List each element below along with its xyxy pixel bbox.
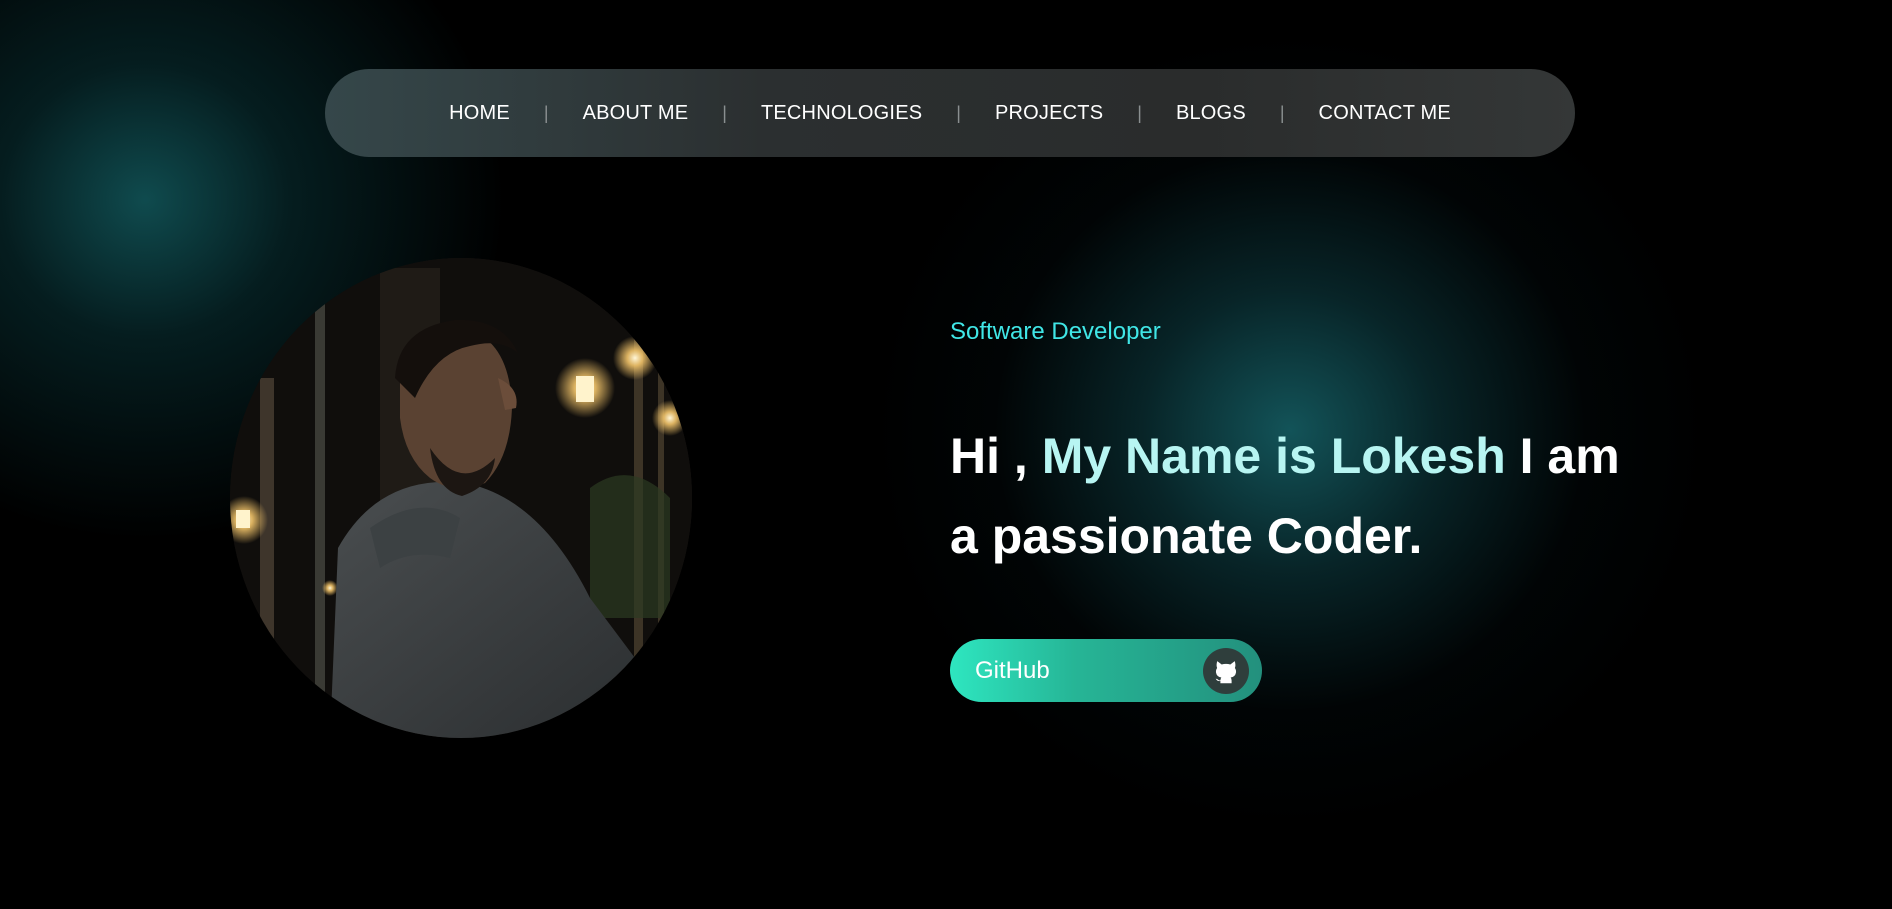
navbar: HOME | ABOUT ME | TECHNOLOGIES | PROJECT…: [325, 69, 1575, 157]
github-icon: [1203, 647, 1249, 694]
nav-contact-me[interactable]: CONTACT ME: [1319, 102, 1451, 125]
nav-separator: |: [1137, 102, 1142, 123]
headline-greeting: Hi ,: [950, 428, 1042, 484]
profile-photo: [230, 258, 692, 738]
nav-blogs[interactable]: BLOGS: [1176, 102, 1246, 125]
github-button[interactable]: GitHub: [950, 639, 1262, 702]
nav-home[interactable]: HOME: [449, 102, 510, 125]
nav-separator: |: [1279, 102, 1285, 123]
nav-separator: |: [543, 102, 549, 123]
page: HOME | ABOUT ME | TECHNOLOGIES | PROJECT…: [0, 0, 1892, 909]
nav-projects[interactable]: PROJECTS: [995, 102, 1103, 125]
job-title: Software Developer: [950, 318, 1161, 345]
headline-name: My Name is Lokesh: [1041, 428, 1506, 484]
nav-about-me[interactable]: ABOUT ME: [583, 102, 689, 125]
github-button-label: GitHub: [975, 656, 1050, 684]
hero-headline: Hi , My Name is Lokesh I am a passionate…: [950, 416, 1650, 576]
nav-technologies[interactable]: TECHNOLOGIES: [761, 102, 922, 125]
nav-separator: |: [956, 102, 961, 123]
profile-photo-illustration: [230, 258, 692, 738]
nav-separator: |: [722, 102, 727, 123]
